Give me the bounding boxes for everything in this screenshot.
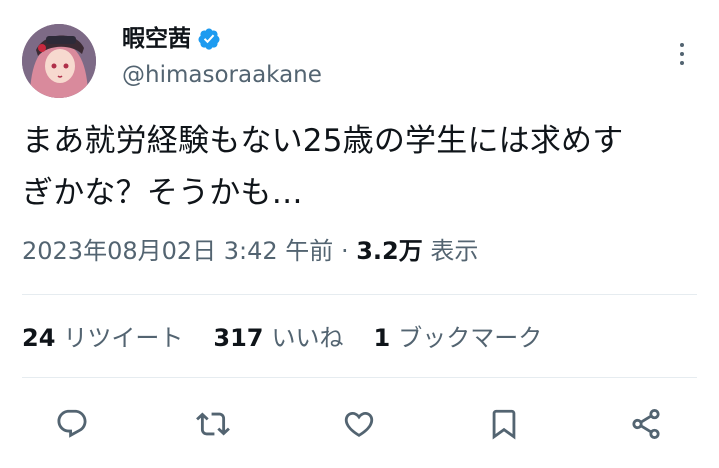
like-button[interactable] — [339, 404, 379, 444]
share-button[interactable] — [626, 404, 666, 444]
views-count: 3.2万 — [356, 237, 423, 265]
retweet-icon — [196, 412, 230, 436]
divider — [22, 377, 697, 378]
avatar[interactable] — [22, 24, 96, 98]
action-bar — [0, 400, 719, 448]
bookmark-button[interactable] — [484, 404, 524, 444]
more-vertical-icon[interactable] — [671, 37, 693, 71]
views-label: 表示 — [422, 237, 479, 265]
tweet-meta: 2023年08月02日 3:42 午前 · 3.2万 表示 — [22, 234, 478, 268]
reply-button[interactable] — [52, 404, 92, 444]
likes-stat[interactable]: 317 いいね — [213, 321, 343, 355]
display-name[interactable]: 暇空茜 — [122, 24, 221, 54]
tweet-text: まあ就労経験もない25歳の学生には求めす ぎかな？そうかも… — [22, 123, 624, 211]
bookmarks-stat[interactable]: 1 ブックマーク — [374, 321, 543, 355]
retweets-count: 24 — [22, 324, 56, 352]
divider — [22, 294, 697, 295]
timestamp[interactable]: 2023年08月02日 3:42 午前 — [22, 237, 333, 265]
share-icon — [632, 408, 660, 440]
likes-count: 317 — [213, 324, 264, 352]
retweet-button[interactable] — [193, 404, 233, 444]
bookmark-icon — [492, 409, 516, 440]
heart-icon — [344, 411, 374, 437]
meta-separator: · — [333, 237, 357, 265]
display-name-text: 暇空茜 — [122, 26, 191, 52]
user-handle[interactable]: @himasoraakane — [122, 60, 322, 90]
verified-badge-icon — [198, 28, 220, 50]
bookmarks-label: ブックマーク — [398, 324, 543, 352]
reply-icon — [57, 409, 87, 438]
likes-label: いいね — [271, 324, 344, 352]
avatar-image — [22, 24, 96, 98]
retweets-stat[interactable]: 24 リツイート — [22, 321, 183, 355]
retweets-label: リツイート — [63, 324, 184, 352]
engagement-stats: 24 リツイート 317 いいね 1 ブックマーク — [22, 321, 542, 355]
bookmarks-count: 1 — [373, 324, 391, 352]
